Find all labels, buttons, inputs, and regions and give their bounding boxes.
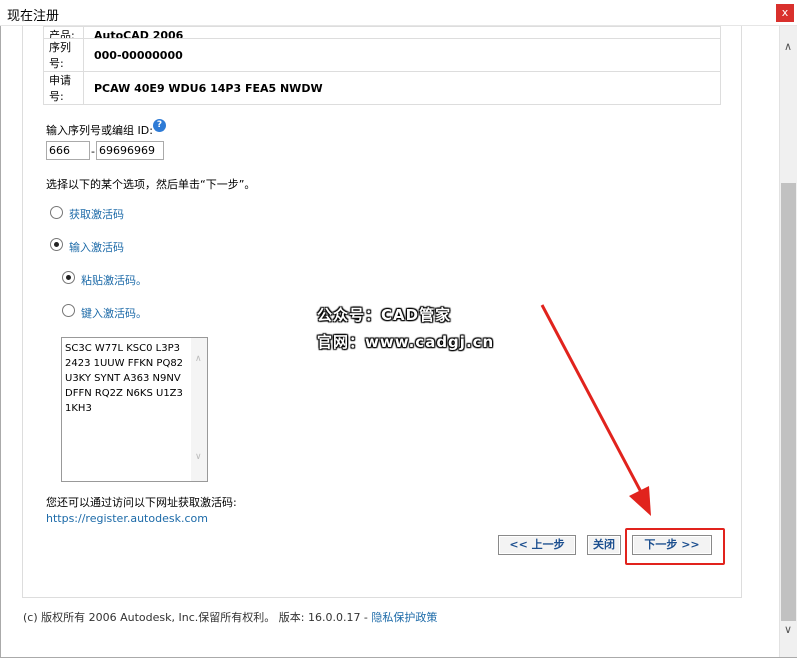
window-title: 现在注册: [7, 9, 60, 24]
content-area: 产品: AutoCAD 2006 序列号: 000-00000000 申请号: …: [1, 26, 779, 657]
scrollbar-thumb[interactable]: [781, 183, 796, 621]
chevron-down-icon[interactable]: ∨: [784, 623, 792, 636]
close-window-button[interactable]: x: [776, 4, 794, 22]
arrow-head: [629, 486, 651, 516]
title-bar: 现在注册 x: [0, 0, 797, 26]
chevron-up-icon[interactable]: ∧: [784, 40, 792, 53]
arrow-shaft: [540, 304, 643, 493]
red-arrow-annotation: [540, 304, 651, 516]
page-scrollbar[interactable]: ∧ ∨: [779, 26, 797, 657]
dialog-frame: 产品: AutoCAD 2006 序列号: 000-00000000 申请号: …: [0, 26, 797, 658]
